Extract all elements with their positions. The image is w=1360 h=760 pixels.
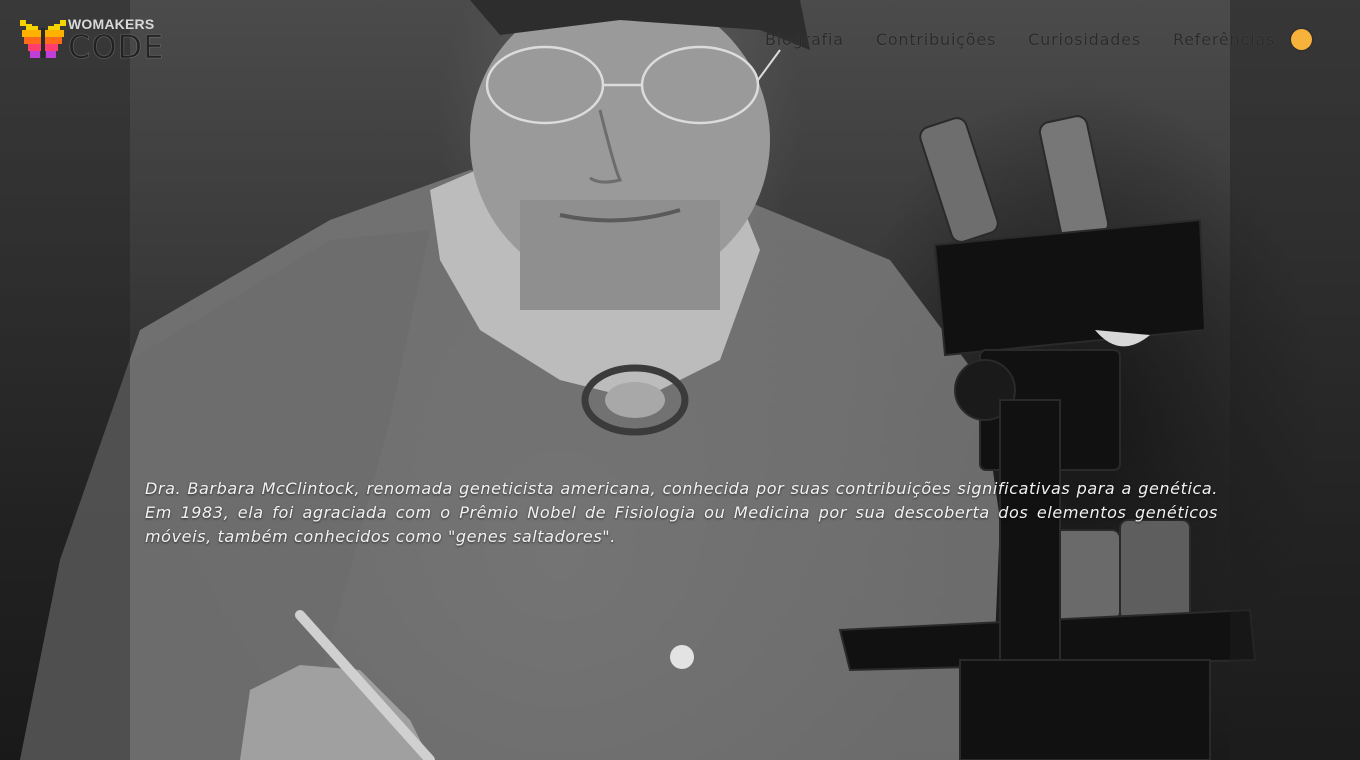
hero-photo bbox=[0, 0, 1360, 760]
navbar: WOMAKERS CODE Biografia Contribuições Cu… bbox=[0, 0, 1360, 80]
main-menu: Biografia Contribuições Curiosidades Ref… bbox=[765, 30, 1275, 49]
nav-item-biografia[interactable]: Biografia bbox=[765, 30, 844, 49]
nav-item-referencias[interactable]: Referências bbox=[1173, 30, 1275, 49]
nav-item-curiosidades[interactable]: Curiosidades bbox=[1028, 30, 1141, 49]
hero-bio-text: Dra. Barbara McClintock, renomada geneti… bbox=[145, 479, 1218, 546]
theme-toggle-icon[interactable] bbox=[1291, 29, 1312, 50]
womakers-code-logo[interactable]: WOMAKERS CODE bbox=[18, 14, 168, 67]
hero-section bbox=[0, 0, 1360, 760]
nav-item-contribuicoes[interactable]: Contribuições bbox=[876, 30, 996, 49]
butterfly-logo-icon bbox=[20, 20, 66, 58]
logo-text-bottom: CODE bbox=[68, 28, 165, 67]
